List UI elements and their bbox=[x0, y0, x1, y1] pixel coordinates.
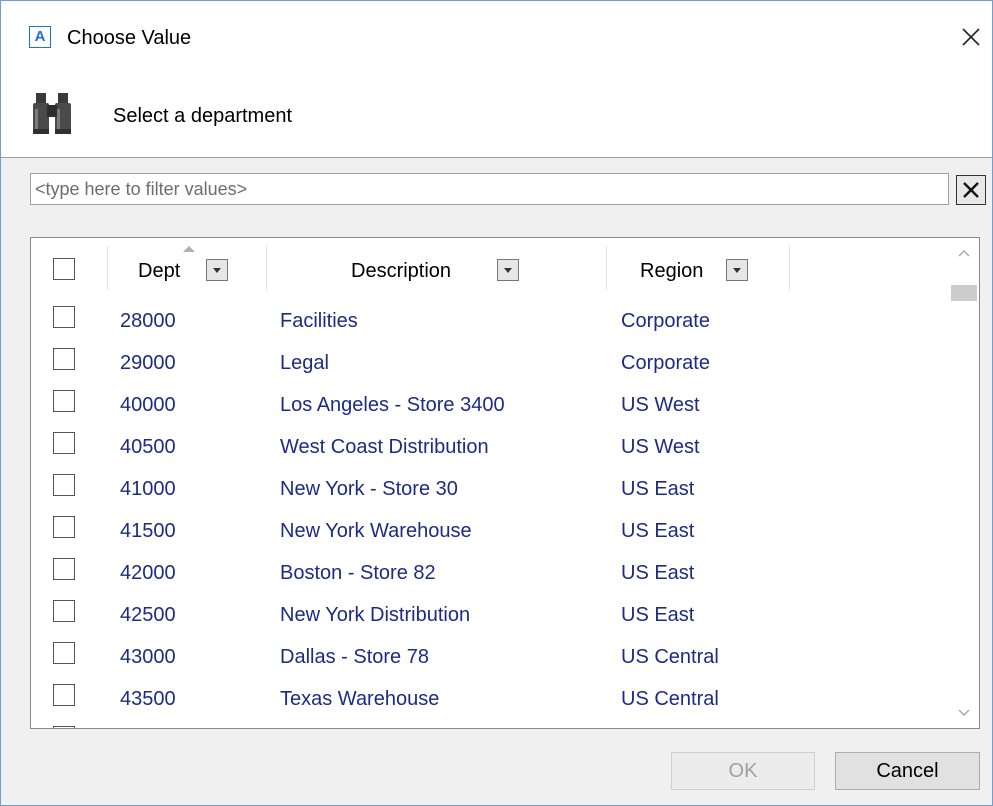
ok-button[interactable]: OK bbox=[671, 752, 815, 790]
dept-cell: 42500 bbox=[120, 604, 176, 626]
sort-ascending-icon bbox=[183, 246, 195, 252]
title-bar: A Choose Value bbox=[1, 1, 992, 79]
dept-cell: 41500 bbox=[120, 520, 176, 542]
description-cell: Legal bbox=[280, 352, 329, 374]
row-checkbox[interactable] bbox=[53, 390, 75, 412]
column-header-region[interactable]: Region bbox=[640, 260, 703, 282]
select-all-checkbox[interactable] bbox=[53, 258, 75, 280]
table-row[interactable]: 42000 Boston - Store 82 US East bbox=[31, 552, 949, 594]
dept-cell: 40500 bbox=[120, 436, 176, 458]
description-cell: Boston - Store 82 bbox=[280, 562, 436, 584]
dept-cell: 28000 bbox=[120, 310, 176, 332]
column-header-dept[interactable]: Dept bbox=[138, 260, 180, 282]
region-cell: US East bbox=[621, 604, 695, 626]
clear-x-icon bbox=[963, 182, 979, 198]
row-checkbox[interactable] bbox=[53, 474, 75, 496]
column-divider bbox=[789, 246, 790, 290]
description-cell: New York - Store 30 bbox=[280, 478, 458, 500]
table-row[interactable]: 40000 Los Angeles - Store 3400 US West bbox=[31, 384, 949, 426]
choose-value-dialog: A Choose Value Select a department <type… bbox=[0, 0, 993, 806]
region-cell: US East bbox=[621, 520, 695, 542]
column-divider bbox=[107, 246, 108, 290]
row-checkbox[interactable] bbox=[53, 348, 75, 370]
row-checkbox[interactable] bbox=[53, 684, 75, 706]
table-row[interactable]: 40500 West Coast Distribution US West bbox=[31, 426, 949, 468]
dept-cell: 41000 bbox=[120, 478, 176, 500]
description-cell: New York Warehouse bbox=[280, 520, 472, 542]
description-cell: Los Angeles - Store 3400 bbox=[280, 394, 505, 416]
row-checkbox[interactable] bbox=[53, 432, 75, 454]
scroll-down-button[interactable] bbox=[949, 698, 979, 728]
row-checkbox[interactable] bbox=[53, 726, 75, 728]
table-row[interactable]: 29000 Legal Corporate bbox=[31, 342, 949, 384]
description-cell: West Coast Distribution bbox=[280, 436, 489, 458]
row-checkbox[interactable] bbox=[53, 516, 75, 538]
dept-cell: 40000 bbox=[120, 394, 176, 416]
prompt-text: Select a department bbox=[113, 105, 292, 127]
dialog-title: Choose Value bbox=[67, 27, 192, 49]
grid-header: Dept Description Region bbox=[31, 238, 949, 300]
table-row[interactable]: 43500 Texas Warehouse US Central bbox=[31, 678, 949, 720]
dept-cell: 42000 bbox=[120, 562, 176, 584]
cancel-button[interactable]: Cancel bbox=[835, 752, 980, 790]
row-checkbox[interactable] bbox=[53, 600, 75, 622]
close-button[interactable] bbox=[957, 23, 985, 51]
close-icon bbox=[962, 28, 980, 46]
dept-filter-dropdown[interactable] bbox=[206, 259, 228, 281]
dept-cell: 43500 bbox=[120, 688, 176, 710]
region-filter-dropdown[interactable] bbox=[726, 259, 748, 281]
table-row[interactable]: 43000 Dallas - Store 78 US Central bbox=[31, 636, 949, 678]
table-row-partial[interactable] bbox=[31, 720, 949, 728]
scroll-up-button[interactable] bbox=[949, 238, 979, 268]
description-cell: Texas Warehouse bbox=[280, 688, 440, 710]
region-cell: US West bbox=[621, 436, 700, 458]
grid-rows: 28000 Facilities Corporate 29000 Legal C… bbox=[31, 300, 949, 728]
dept-cell: 29000 bbox=[120, 352, 176, 374]
table-row[interactable]: 28000 Facilities Corporate bbox=[31, 300, 949, 342]
chevron-down-icon bbox=[958, 709, 970, 716]
region-cell: US East bbox=[621, 478, 695, 500]
region-cell: Corporate bbox=[621, 310, 710, 332]
binoculars-icon bbox=[33, 93, 71, 134]
clear-filter-button[interactable] bbox=[956, 175, 986, 205]
table-row[interactable]: 41000 New York - Store 30 US East bbox=[31, 468, 949, 510]
region-cell: Corporate bbox=[621, 352, 710, 374]
dialog-header: Select a department bbox=[1, 79, 992, 158]
region-cell: US West bbox=[621, 394, 700, 416]
column-divider bbox=[606, 246, 607, 290]
dept-cell: 43000 bbox=[120, 646, 176, 668]
values-grid: Dept Description Region 28000 Facilities… bbox=[30, 237, 980, 729]
app-a-icon: A bbox=[29, 26, 51, 48]
description-cell: Dallas - Store 78 bbox=[280, 646, 429, 668]
filter-input[interactable] bbox=[30, 173, 949, 205]
region-cell: US Central bbox=[621, 646, 719, 668]
chevron-up-icon bbox=[958, 250, 970, 257]
column-header-description[interactable]: Description bbox=[351, 260, 451, 282]
scrollbar-thumb[interactable] bbox=[951, 285, 977, 301]
vertical-scrollbar[interactable] bbox=[949, 238, 979, 728]
region-cell: US Central bbox=[621, 688, 719, 710]
table-row[interactable]: 41500 New York Warehouse US East bbox=[31, 510, 949, 552]
description-filter-dropdown[interactable] bbox=[497, 259, 519, 281]
region-cell: US East bbox=[621, 562, 695, 584]
description-cell: Facilities bbox=[280, 310, 358, 332]
description-cell: New York Distribution bbox=[280, 604, 471, 626]
row-checkbox[interactable] bbox=[53, 306, 75, 328]
row-checkbox[interactable] bbox=[53, 558, 75, 580]
table-row[interactable]: 42500 New York Distribution US East bbox=[31, 594, 949, 636]
row-checkbox[interactable] bbox=[53, 642, 75, 664]
column-divider bbox=[266, 246, 267, 290]
